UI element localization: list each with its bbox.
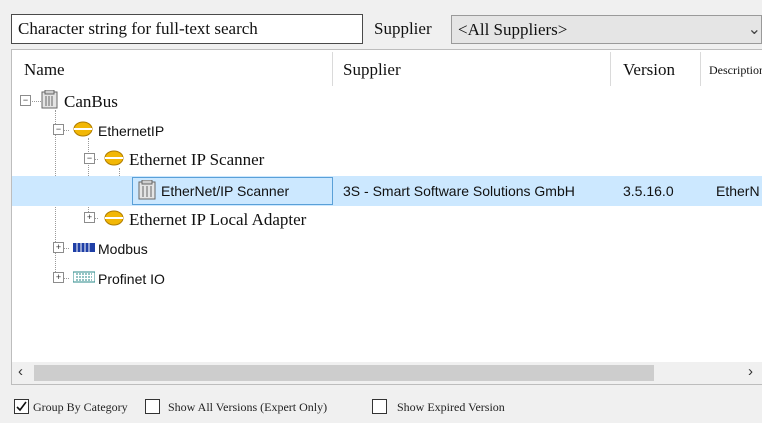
device-row-supplier: 3S - Smart Software Solutions GmbH [343, 183, 575, 199]
column-header-supplier[interactable]: Supplier [343, 60, 401, 80]
device-icon [138, 180, 156, 200]
chevron-down-icon: ⌄ [747, 21, 761, 38]
horizontal-scrollbar[interactable]: ‹ › [12, 362, 762, 384]
device-list-panel: Name Supplier Version Description − CanB… [11, 49, 762, 385]
supplier-label: Supplier [374, 19, 432, 38]
network-category-icon [73, 121, 93, 137]
device-row-description: EtherN [716, 183, 760, 199]
collapse-toggle[interactable]: − [53, 124, 64, 135]
column-divider[interactable] [610, 52, 611, 86]
expand-toggle[interactable]: + [53, 272, 64, 283]
column-header-name[interactable]: Name [24, 60, 65, 80]
tree-item-canbus[interactable]: CanBus [64, 92, 118, 112]
show-expired-version-checkbox[interactable] [372, 399, 387, 414]
modbus-icon [73, 243, 95, 252]
tree-item-profinet-io[interactable]: Profinet IO [98, 271, 165, 287]
network-category-icon [104, 210, 124, 226]
show-all-versions-checkbox[interactable] [145, 399, 160, 414]
scroll-left-icon[interactable]: ‹ [18, 363, 23, 380]
expand-toggle[interactable]: + [84, 212, 95, 223]
expand-toggle[interactable]: + [53, 242, 64, 253]
show-all-versions-label: Show All Versions (Expert Only) [168, 400, 328, 414]
collapse-toggle[interactable]: − [84, 153, 95, 164]
column-header-version[interactable]: Version [623, 60, 675, 80]
tree-item-ethernetip[interactable]: EthernetIP [98, 123, 164, 139]
tree-item-modbus[interactable]: Modbus [98, 241, 148, 257]
group-by-category-checkbox[interactable] [14, 399, 29, 414]
column-divider[interactable] [332, 52, 333, 86]
group-by-category-label: Group By Category [33, 400, 128, 414]
network-category-icon [104, 150, 124, 166]
scroll-right-icon[interactable]: › [748, 363, 753, 380]
supplier-dropdown-value: <All Suppliers> [458, 20, 568, 39]
scrollbar-thumb[interactable] [34, 365, 654, 381]
device-icon [41, 90, 58, 109]
device-row-version: 3.5.16.0 [623, 183, 674, 199]
device-row-name[interactable]: EtherNet/IP Scanner [161, 183, 289, 199]
checkmark-icon [16, 401, 27, 412]
search-input[interactable]: Character string for full-text search [11, 14, 363, 44]
supplier-dropdown[interactable]: <All Suppliers> ⌄ [451, 15, 762, 44]
tree-item-ethernet-ip-scanner[interactable]: Ethernet IP Scanner [129, 150, 264, 170]
column-divider[interactable] [700, 52, 701, 86]
profinet-icon [73, 271, 95, 283]
collapse-toggle[interactable]: − [20, 95, 31, 106]
tree-item-ethernet-ip-local-adapter[interactable]: Ethernet IP Local Adapter [129, 210, 306, 230]
show-expired-version-label: Show Expired Version [397, 400, 505, 414]
column-header-description[interactable]: Description [709, 63, 762, 78]
